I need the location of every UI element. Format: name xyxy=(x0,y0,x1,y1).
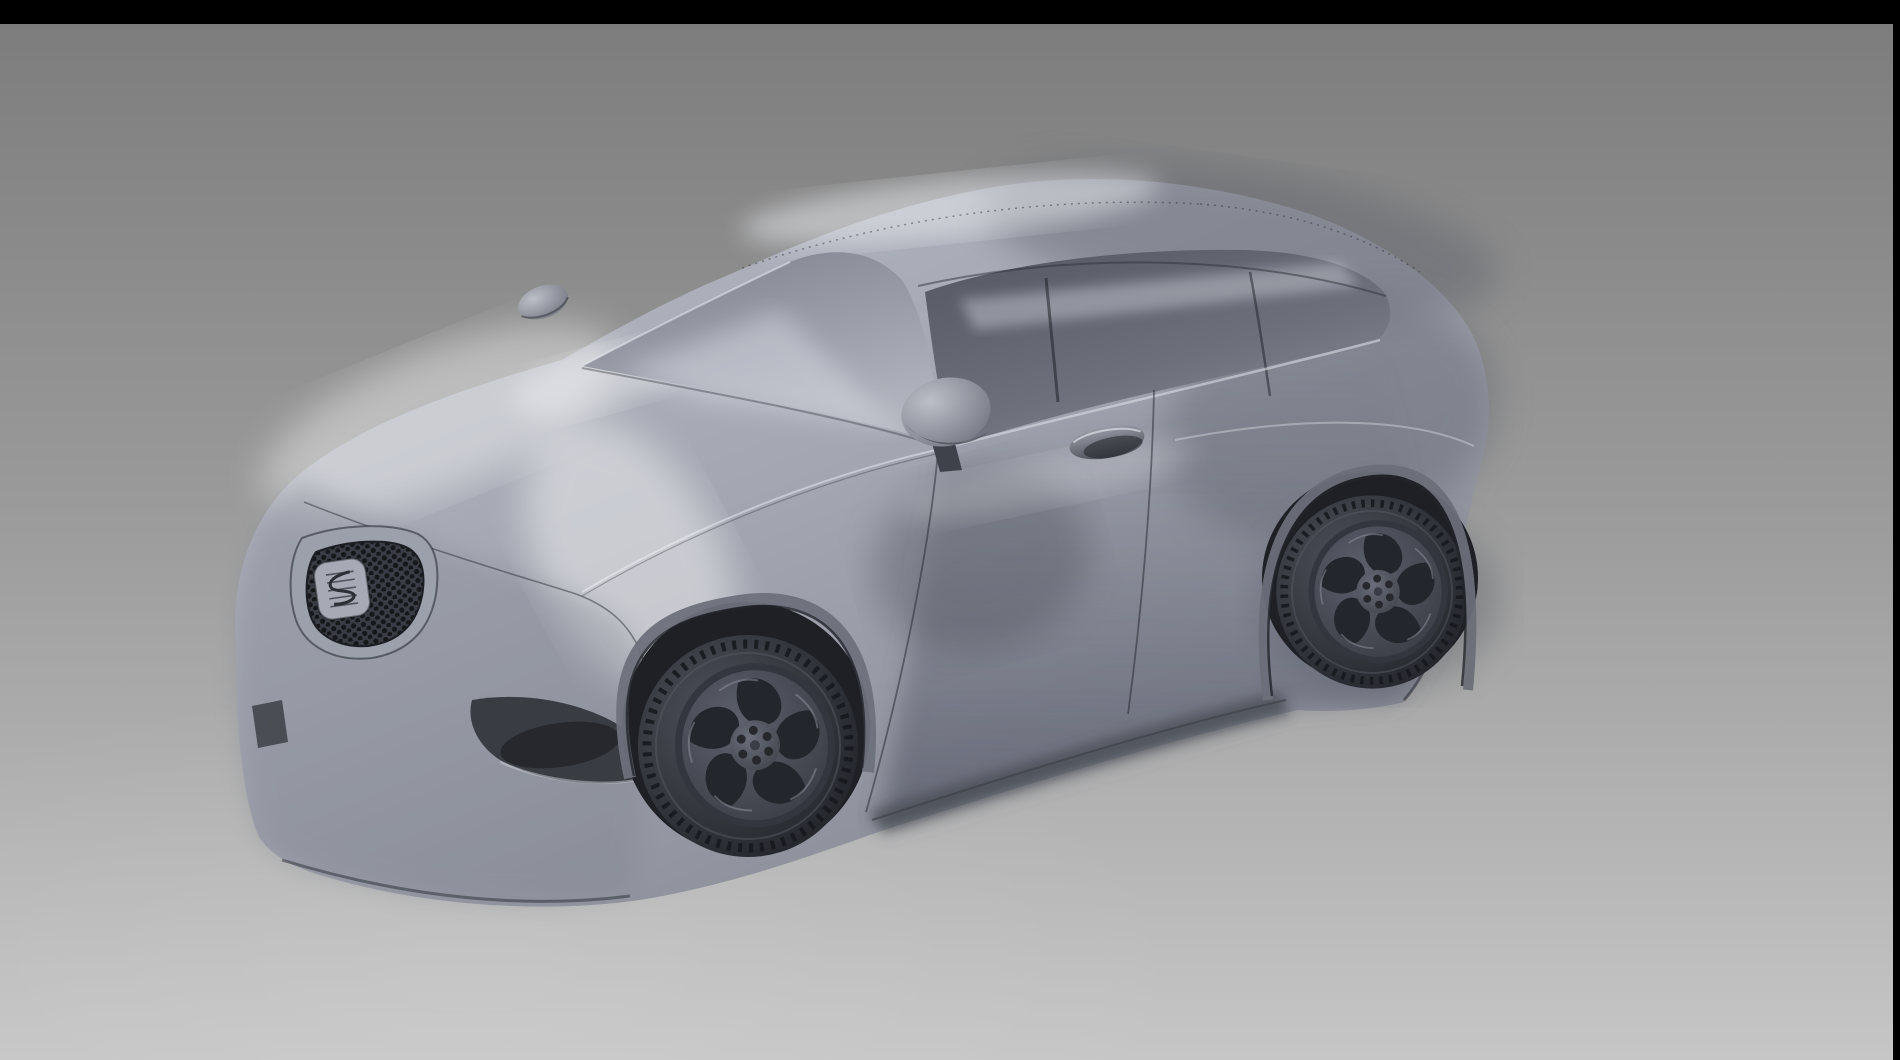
app-window xyxy=(0,0,1900,1060)
corner-vent xyxy=(252,700,288,748)
car-model-render[interactable] xyxy=(0,0,1900,1060)
render-viewport[interactable] xyxy=(0,24,1893,1060)
seat-badge xyxy=(312,557,372,622)
concept-car[interactable] xyxy=(235,134,1525,906)
cowl-sensor xyxy=(513,278,573,326)
